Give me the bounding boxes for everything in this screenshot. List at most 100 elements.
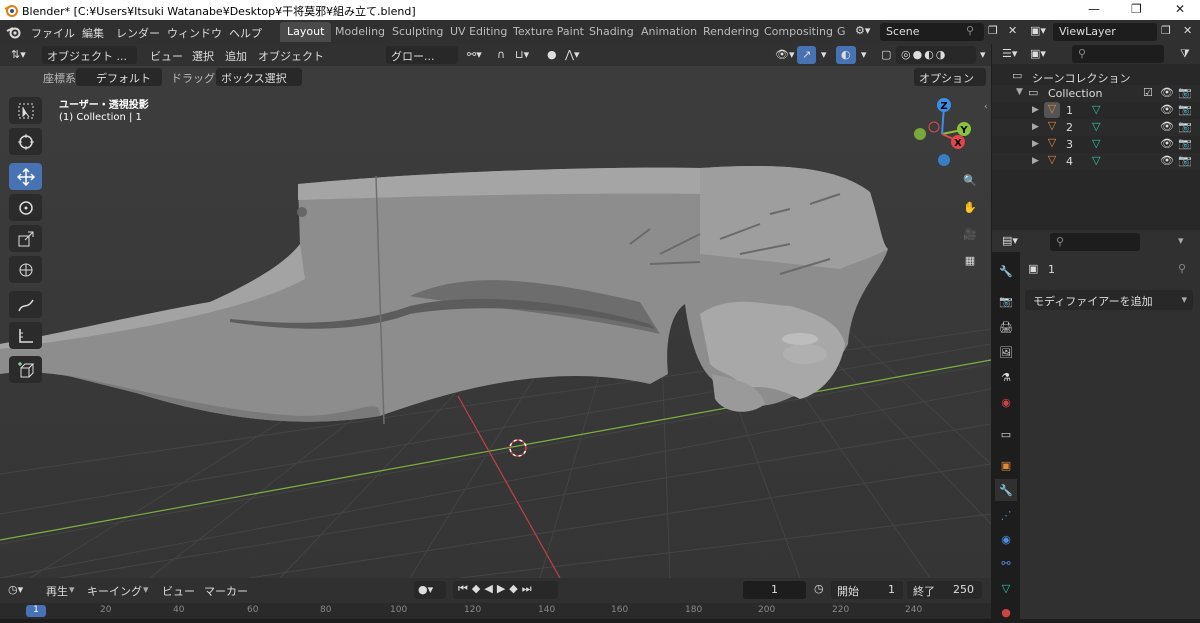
tab-texture-paint[interactable]: Texture Paint (506, 22, 591, 42)
delete-scene-icon[interactable]: ✕ (1008, 24, 1017, 37)
playback-menu[interactable]: 再生 (46, 583, 68, 599)
keying-menu[interactable]: キーイング (87, 583, 142, 599)
view-layer-field[interactable]: ViewLayer (1053, 23, 1157, 41)
clock-icon[interactable]: ◷ (814, 582, 824, 595)
render-camera-icon[interactable]: 📷 (1178, 120, 1192, 133)
data-tab-icon[interactable]: ▽ (995, 577, 1017, 599)
move-tool[interactable] (9, 163, 42, 190)
tab-layout[interactable]: Layout (280, 22, 332, 42)
blender-menu-icon[interactable] (6, 25, 22, 39)
tab-sculpting[interactable]: Sculpting (385, 22, 450, 42)
new-view-layer-icon[interactable]: ❐ (1161, 24, 1171, 37)
scene-icon[interactable]: ⚙▾ (855, 24, 870, 37)
snap-target-icon[interactable]: ⊔▾ (510, 46, 534, 64)
pin-icon[interactable]: ⚲ (1178, 262, 1186, 275)
outliner-object-row[interactable]: ▶ ▽ 2 ▽ 👁 📷 (992, 119, 1200, 136)
tab-compositing[interactable]: Compositing (757, 22, 840, 42)
menu-help[interactable]: ヘルプ (229, 25, 262, 41)
properties-search[interactable]: ⚲ (1050, 233, 1140, 251)
select-box-tool[interactable] (9, 97, 42, 124)
menu-window[interactable]: ウィンドウ (167, 25, 222, 41)
expand-icon[interactable]: ▶ (1032, 156, 1039, 166)
visibility-eye-icon[interactable]: 👁 (1160, 120, 1174, 133)
3d-viewport[interactable]: ⇅▾ オブジェクト ... ビュー 選択 追加 オブジェクト グロー... ⚯▾… (0, 44, 991, 578)
properties-editor-icon[interactable]: ▤▾ (1002, 234, 1018, 247)
exclude-checkbox[interactable]: ☑ (1143, 86, 1153, 99)
navigation-gizmo[interactable]: Z Y X (906, 94, 982, 170)
expand-icon[interactable]: ▶ (1032, 122, 1039, 132)
tab-animation[interactable]: Animation (634, 22, 704, 42)
shading-modes[interactable]: ◎●◐◑ (896, 46, 976, 64)
menu-object[interactable]: オブジェクト (253, 46, 329, 64)
view-layer-tab-icon[interactable]: 🖼 (995, 341, 1017, 363)
menu-edit[interactable]: 編集 (82, 25, 104, 41)
timeline-editor-icon[interactable]: ◷▾ (8, 583, 23, 596)
scene-collection-row[interactable]: ▭ シーンコレクション (992, 68, 1200, 85)
proportional-edit-icon[interactable]: ● (542, 46, 562, 64)
scene-tab-icon[interactable]: ⚗ (995, 366, 1017, 388)
visibility-eye-icon[interactable]: 👁 (1160, 137, 1174, 150)
cursor-tool[interactable] (9, 128, 42, 155)
menu-select[interactable]: 選択 (187, 46, 219, 64)
tab-rendering[interactable]: Rendering (696, 22, 766, 42)
rotate-tool[interactable] (9, 194, 42, 221)
outliner-search[interactable]: ⚲ (1072, 45, 1164, 63)
tool-tab-icon[interactable]: 🔧 (995, 260, 1017, 282)
transform-orientation-dropdown[interactable]: グロー... (386, 46, 458, 64)
outliner-object-row[interactable]: ▶ ▽ 1 ▽ 👁 📷 (992, 102, 1200, 119)
outliner-object-row[interactable]: ▶ ▽ 3 ▽ 👁 📷 (992, 136, 1200, 153)
object-tab-icon[interactable]: ▣ (995, 454, 1017, 476)
snap-icon[interactable]: ∩ (492, 46, 510, 64)
menu-render[interactable]: レンダー (116, 25, 160, 41)
add-modifier-button[interactable]: モディファイアーを追加 ▾ (1025, 290, 1193, 310)
marker-menu[interactable]: マーカー (204, 583, 248, 599)
pivot-icon[interactable]: ⚯▾ (462, 46, 487, 64)
mode-dropdown[interactable]: オブジェクト ... (42, 46, 137, 64)
playback-controls[interactable]: ⏮◆◀▶◆⏭ (453, 581, 558, 599)
render-camera-icon[interactable]: 📷 (1178, 137, 1192, 150)
particles-tab-icon[interactable]: ⋰ (995, 504, 1017, 526)
coord-dropdown[interactable]: デフォルト (76, 68, 162, 86)
visibility-eye-icon[interactable]: 👁 (1160, 154, 1174, 167)
gizmo-toggle-icon[interactable]: ↗ (797, 46, 817, 64)
delete-view-layer-icon[interactable]: ✕ (1183, 24, 1192, 37)
physics-tab-icon[interactable]: ◉ (995, 528, 1017, 550)
output-tab-icon[interactable]: 🖨 (995, 316, 1017, 338)
menu-file[interactable]: ファイル (31, 25, 75, 41)
transform-tool[interactable] (9, 256, 42, 283)
constraints-tab-icon[interactable]: ⚯ (995, 552, 1017, 574)
annotate-tool[interactable] (9, 291, 42, 318)
visibility-icon[interactable]: 👁▾ (770, 46, 800, 64)
current-frame-field[interactable]: 1 (743, 581, 806, 599)
collection-row[interactable]: ▼ ▭ Collection ☑ 👁 📷 (992, 85, 1200, 102)
overlay-dropdown-icon[interactable]: ▾ (856, 46, 872, 64)
add-cube-tool[interactable] (9, 356, 42, 383)
maximize-button[interactable]: ❐ (1131, 2, 1142, 16)
measure-tool[interactable] (9, 322, 42, 349)
modifier-tab-icon[interactable]: 🔧 (995, 479, 1017, 501)
expand-icon[interactable]: ▼ (1016, 87, 1023, 97)
expand-icon[interactable]: ▶ (1032, 139, 1039, 149)
material-tab-icon[interactable]: ● (995, 601, 1017, 623)
shading-dropdown-icon[interactable]: ▾ (975, 46, 991, 64)
outliner-editor-icon[interactable]: ☰▾ (1002, 47, 1017, 60)
render-camera-icon[interactable]: 📷 (1178, 154, 1192, 167)
collection-tab-icon[interactable]: ▭ (995, 423, 1017, 445)
menu-view[interactable]: ビュー (145, 46, 188, 64)
render-camera-icon[interactable]: 📷 (1178, 86, 1192, 99)
tab-modeling[interactable]: Modeling (328, 22, 392, 42)
world-tab-icon[interactable]: ◉ (995, 391, 1017, 413)
display-mode-icon[interactable]: ▣▾ (1030, 47, 1046, 60)
visibility-eye-icon[interactable]: 👁 (1160, 103, 1174, 116)
expand-icon[interactable]: ▶ (1032, 105, 1039, 115)
outliner-object-row[interactable]: ▶ ▽ 4 ▽ 👁 📷 (992, 153, 1200, 170)
drag-dropdown[interactable]: ボックス選択 (216, 68, 302, 86)
view-layer-icon[interactable]: ▣▾ (1030, 24, 1046, 37)
camera-view-icon[interactable]: 🎥 (958, 222, 982, 246)
overlay-toggle-icon[interactable]: ◐ (836, 46, 856, 64)
menu-add[interactable]: 追加 (220, 46, 252, 64)
scale-tool[interactable] (9, 225, 42, 252)
falloff-icon[interactable]: ⋀▾ (560, 46, 585, 64)
perspective-grid-icon[interactable]: ▦ (958, 248, 982, 272)
close-button[interactable]: ✕ (1175, 2, 1185, 16)
